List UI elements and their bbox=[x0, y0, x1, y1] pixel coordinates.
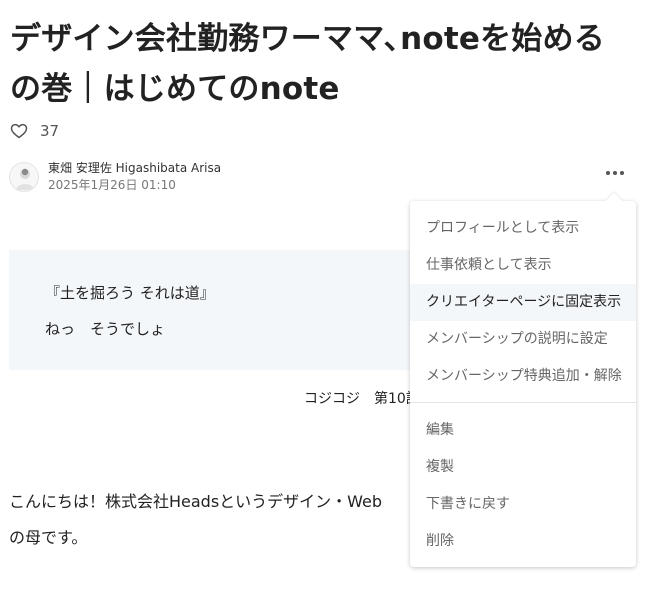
post-date: 2025年1月26日 01:10 bbox=[48, 178, 176, 192]
body-paragraph-line: の母です。 bbox=[9, 528, 88, 547]
author-meta: 東畑 安理佐 Higashibata Arisa 2025年1月26日 01:1… bbox=[48, 160, 221, 194]
like-count: 37 bbox=[40, 122, 60, 140]
quote-block: 『土を掘ろう それは道』 ねっ そうでしょ bbox=[9, 250, 429, 370]
menu-item-show-as-profile[interactable]: プロフィールとして表示 bbox=[410, 210, 636, 247]
menu-item-delete[interactable]: 削除 bbox=[410, 523, 636, 560]
more-dots-icon bbox=[606, 171, 610, 175]
menu-item-duplicate[interactable]: 複製 bbox=[410, 449, 636, 486]
like-button[interactable] bbox=[9, 121, 29, 141]
quote-line: 『土を掘ろう それは道』 bbox=[45, 284, 215, 302]
more-options-button[interactable] bbox=[601, 162, 629, 184]
menu-item-revert-to-draft[interactable]: 下書きに戻す bbox=[410, 486, 636, 523]
more-dots-icon bbox=[620, 171, 624, 175]
menu-item-edit[interactable]: 編集 bbox=[410, 412, 636, 449]
menu-divider bbox=[410, 402, 636, 403]
author-avatar[interactable] bbox=[9, 162, 39, 192]
article-body: こんにちは！株式会社Headsというデザイン・Web の母です。 bbox=[9, 484, 419, 556]
more-dots-icon bbox=[613, 171, 617, 175]
author-name[interactable]: 東畑 安理佐 Higashibata Arisa bbox=[48, 160, 221, 177]
dropdown-arrow bbox=[605, 192, 623, 210]
heart-outline-icon bbox=[10, 123, 28, 139]
menu-item-membership-benefit[interactable]: メンバーシップ特典追加・解除 bbox=[410, 358, 636, 395]
options-dropdown-menu: プロフィールとして表示 仕事依頼として表示 クリエイターページに固定表示 メンバ… bbox=[410, 192, 636, 567]
menu-item-show-as-job-request[interactable]: 仕事依頼として表示 bbox=[410, 247, 636, 284]
menu-item-pin-to-creator-page[interactable]: クリエイターページに固定表示 bbox=[410, 284, 636, 321]
quote-source: コジコジ 第10話 bbox=[304, 391, 420, 407]
like-row: 37 bbox=[9, 120, 59, 142]
menu-item-set-membership-description[interactable]: メンバーシップの説明に設定 bbox=[410, 321, 636, 358]
body-paragraph-line: こんにちは！株式会社Headsというデザイン・Web bbox=[9, 492, 383, 511]
author-info: 東畑 安理佐 Higashibata Arisa 2025年1月26日 01:1… bbox=[9, 160, 221, 194]
article-title: デザイン会社勤務ワーママ､noteを始めるの巻｜はじめてのnote bbox=[10, 21, 605, 107]
quote-line: ねっ そうでしょ bbox=[45, 320, 166, 338]
